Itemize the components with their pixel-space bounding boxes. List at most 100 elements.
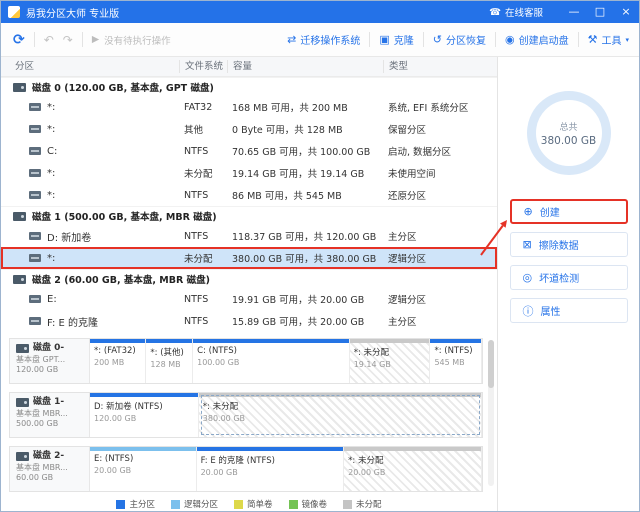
window-controls: — □ ×	[561, 1, 639, 23]
partition-recovery-label: 分区恢复	[446, 32, 486, 47]
partition-row[interactable]: D: 新加卷NTFS118.37 GB 可用，共 120.00 GB主分区	[1, 225, 497, 247]
partition-row[interactable]: *:未分配19.14 GB 可用，共 19.14 GB未使用空间	[1, 162, 497, 184]
legend-swatch	[234, 500, 243, 509]
partition-block[interactable]: *: 未分配20.00 GB	[344, 447, 482, 491]
boot-disk-icon: ◉	[505, 33, 515, 46]
partition-cell: *:	[1, 253, 179, 264]
partition-row[interactable]: F: E 的克隆NTFS15.89 GB 可用，共 20.00 GB主分区	[1, 310, 497, 332]
legend-swatch	[171, 500, 180, 509]
partition-block-size: 20.00 GB	[344, 466, 481, 477]
partition-block-size: 200 MB	[90, 356, 145, 367]
partition-row[interactable]: *:其他0 Byte 可用，共 128 MB保留分区	[1, 118, 497, 140]
disk-partitions-strip: *: (FAT32)200 MB*: (其他)128 MBC: (NTFS)10…	[90, 339, 482, 383]
partition-capacity: 168 MB 可用，共 200 MB	[227, 100, 383, 114]
tools-menu-button[interactable]: ⚒ 工具 ▾	[588, 32, 629, 47]
partition-block-label: *: 未分配	[350, 343, 430, 358]
partition-filesystem: NTFS	[179, 294, 227, 305]
partition-block-label: *: 未分配	[344, 451, 481, 466]
partition-row[interactable]: *:未分配380.00 GB 可用，共 380.00 GB逻辑分区	[1, 247, 497, 269]
partition-row[interactable]: C:NTFS70.65 GB 可用，共 100.00 GB启动, 数据分区	[1, 140, 497, 162]
disk-group-header[interactable]: 磁盘 2 (60.00 GB, 基本盘, MBR 磁盘)	[1, 269, 497, 288]
online-service-button[interactable]: ☎ 在线客服	[489, 5, 543, 19]
legend-label: 主分区	[129, 498, 155, 510]
migrate-os-button[interactable]: ⇄ 迁移操作系统	[287, 32, 360, 47]
tools-label: 工具	[601, 32, 621, 47]
scrollbar[interactable]	[488, 340, 494, 486]
disk-group-header[interactable]: 磁盘 0 (120.00 GB, 基本盘, GPT 磁盘)	[1, 77, 497, 96]
redo-button[interactable]: ↷	[63, 33, 73, 47]
close-button[interactable]: ×	[613, 1, 639, 23]
toolbar-divider	[578, 32, 579, 47]
partition-block[interactable]: *: 未分配380.00 GB	[199, 393, 482, 437]
scrollbar-thumb[interactable]	[488, 340, 494, 388]
disk-panel-name: 磁盘 0-	[16, 343, 86, 355]
partition-filesystem: 未分配	[179, 251, 227, 265]
app-logo-icon	[8, 6, 20, 18]
partition-icon	[29, 317, 41, 325]
headset-icon: ☎	[489, 7, 501, 18]
partition-name: D: 新加卷	[47, 229, 91, 244]
disk-partitions-strip: E: (NTFS)20.00 GBF: E 的克隆 (NTFS)20.00 GB…	[90, 447, 482, 491]
partition-cell: C:	[1, 146, 179, 157]
partition-block[interactable]: C: (NTFS)100.00 GB	[193, 339, 350, 383]
properties-button[interactable]: ⓘ属性	[510, 298, 628, 323]
toolbar-divider	[495, 32, 496, 47]
partition-block[interactable]: *: (其他)128 MB	[146, 339, 193, 383]
partition-block-label: D: 新加卷 (NTFS)	[90, 397, 198, 412]
partition-filesystem: NTFS	[179, 231, 227, 242]
toolbar: ⟳ ↶ ↷ ▶ 没有待执行操作 ⇄ 迁移操作系统 ▣ 克隆 ↺ 分区恢复 ◉ 创…	[1, 23, 639, 57]
partition-row[interactable]: *:FAT32168 MB 可用，共 200 MB系统, EFI 系统分区	[1, 96, 497, 118]
clone-button[interactable]: ▣ 克隆	[379, 32, 413, 47]
partition-icon	[29, 295, 41, 303]
app-window: 易我分区大师 专业版 ☎ 在线客服 — □ × ⟳ ↶ ↷ ▶ 没有待执行操作 …	[0, 0, 640, 512]
create-boot-disk-button[interactable]: ◉ 创建启动盘	[505, 32, 569, 47]
disk-panel-label[interactable]: 磁盘 1-基本盘 MBR...500.00 GB	[10, 393, 90, 437]
partition-cell: E:	[1, 294, 179, 305]
partition-block[interactable]: D: 新加卷 (NTFS)120.00 GB	[90, 393, 199, 437]
undo-button[interactable]: ↶	[44, 33, 54, 47]
partition-type: 保留分区	[383, 122, 497, 136]
partition-block-size: 380.00 GB	[199, 412, 481, 423]
pending-operations-button[interactable]: ▶ 没有待执行操作	[92, 33, 171, 47]
partition-block[interactable]: *: (FAT32)200 MB	[90, 339, 146, 383]
partition-cell: *:	[1, 168, 179, 179]
disk-panel-label[interactable]: 磁盘 2-基本盘 MBR...60.00 GB	[10, 447, 90, 491]
clone-label: 克隆	[394, 32, 414, 47]
partition-recovery-button[interactable]: ↺ 分区恢复	[433, 32, 486, 47]
erase-data-button[interactable]: ⊠擦除数据	[510, 232, 628, 257]
disk-group-header[interactable]: 磁盘 1 (500.00 GB, 基本盘, MBR 磁盘)	[1, 206, 497, 225]
partition-name: *:	[47, 190, 55, 201]
create-button[interactable]: ⊕创建	[510, 199, 628, 224]
partition-block-label: C: (NTFS)	[193, 343, 349, 356]
partition-row[interactable]: E:NTFS19.91 GB 可用，共 20.00 GB逻辑分区	[1, 288, 497, 310]
sidebar: 总共 380.00 GB ⊕创建⊠擦除数据◎坏道检测ⓘ属性	[498, 57, 639, 512]
disk-name: 磁盘 0-	[33, 343, 64, 355]
partition-cell: *:	[1, 102, 179, 113]
disk-icon	[13, 275, 26, 284]
tools-icon: ⚒	[588, 33, 598, 46]
maximize-button[interactable]: □	[587, 1, 613, 23]
partition-type: 主分区	[383, 314, 497, 328]
disk-icon	[13, 83, 26, 92]
legend-label: 简单卷	[247, 498, 273, 510]
disk-icon	[16, 398, 29, 407]
partition-block[interactable]: *: (NTFS)545 MB	[430, 339, 482, 383]
partition-row[interactable]: *:NTFS86 MB 可用，共 545 MB还原分区	[1, 184, 497, 206]
disk-panel-label[interactable]: 磁盘 0-基本盘 GPT...120.00 GB	[10, 339, 90, 383]
minimize-button[interactable]: —	[561, 1, 587, 23]
partition-block[interactable]: E: (NTFS)20.00 GB	[90, 447, 197, 491]
refresh-button[interactable]: ⟳	[13, 32, 25, 48]
create-boot-disk-label: 创建启动盘	[519, 32, 569, 47]
partition-cell: F: E 的克隆	[1, 314, 179, 329]
bad-sector-check-icon: ◎	[523, 271, 533, 284]
partition-block[interactable]: F: E 的克隆 (NTFS)20.00 GB	[197, 447, 345, 491]
partition-type: 还原分区	[383, 188, 497, 202]
bad-sector-check-button[interactable]: ◎坏道检测	[510, 265, 628, 290]
partition-block[interactable]: *: 未分配19.14 GB	[350, 339, 431, 383]
disk-partitions-strip: D: 新加卷 (NTFS)120.00 GB*: 未分配380.00 GB	[90, 393, 482, 437]
partition-name: *:	[47, 102, 55, 113]
migrate-os-icon: ⇄	[287, 33, 296, 46]
partition-icon	[29, 254, 41, 262]
disk-name: 磁盘 2-	[33, 451, 64, 463]
partition-capacity: 19.91 GB 可用，共 20.00 GB	[227, 292, 383, 306]
